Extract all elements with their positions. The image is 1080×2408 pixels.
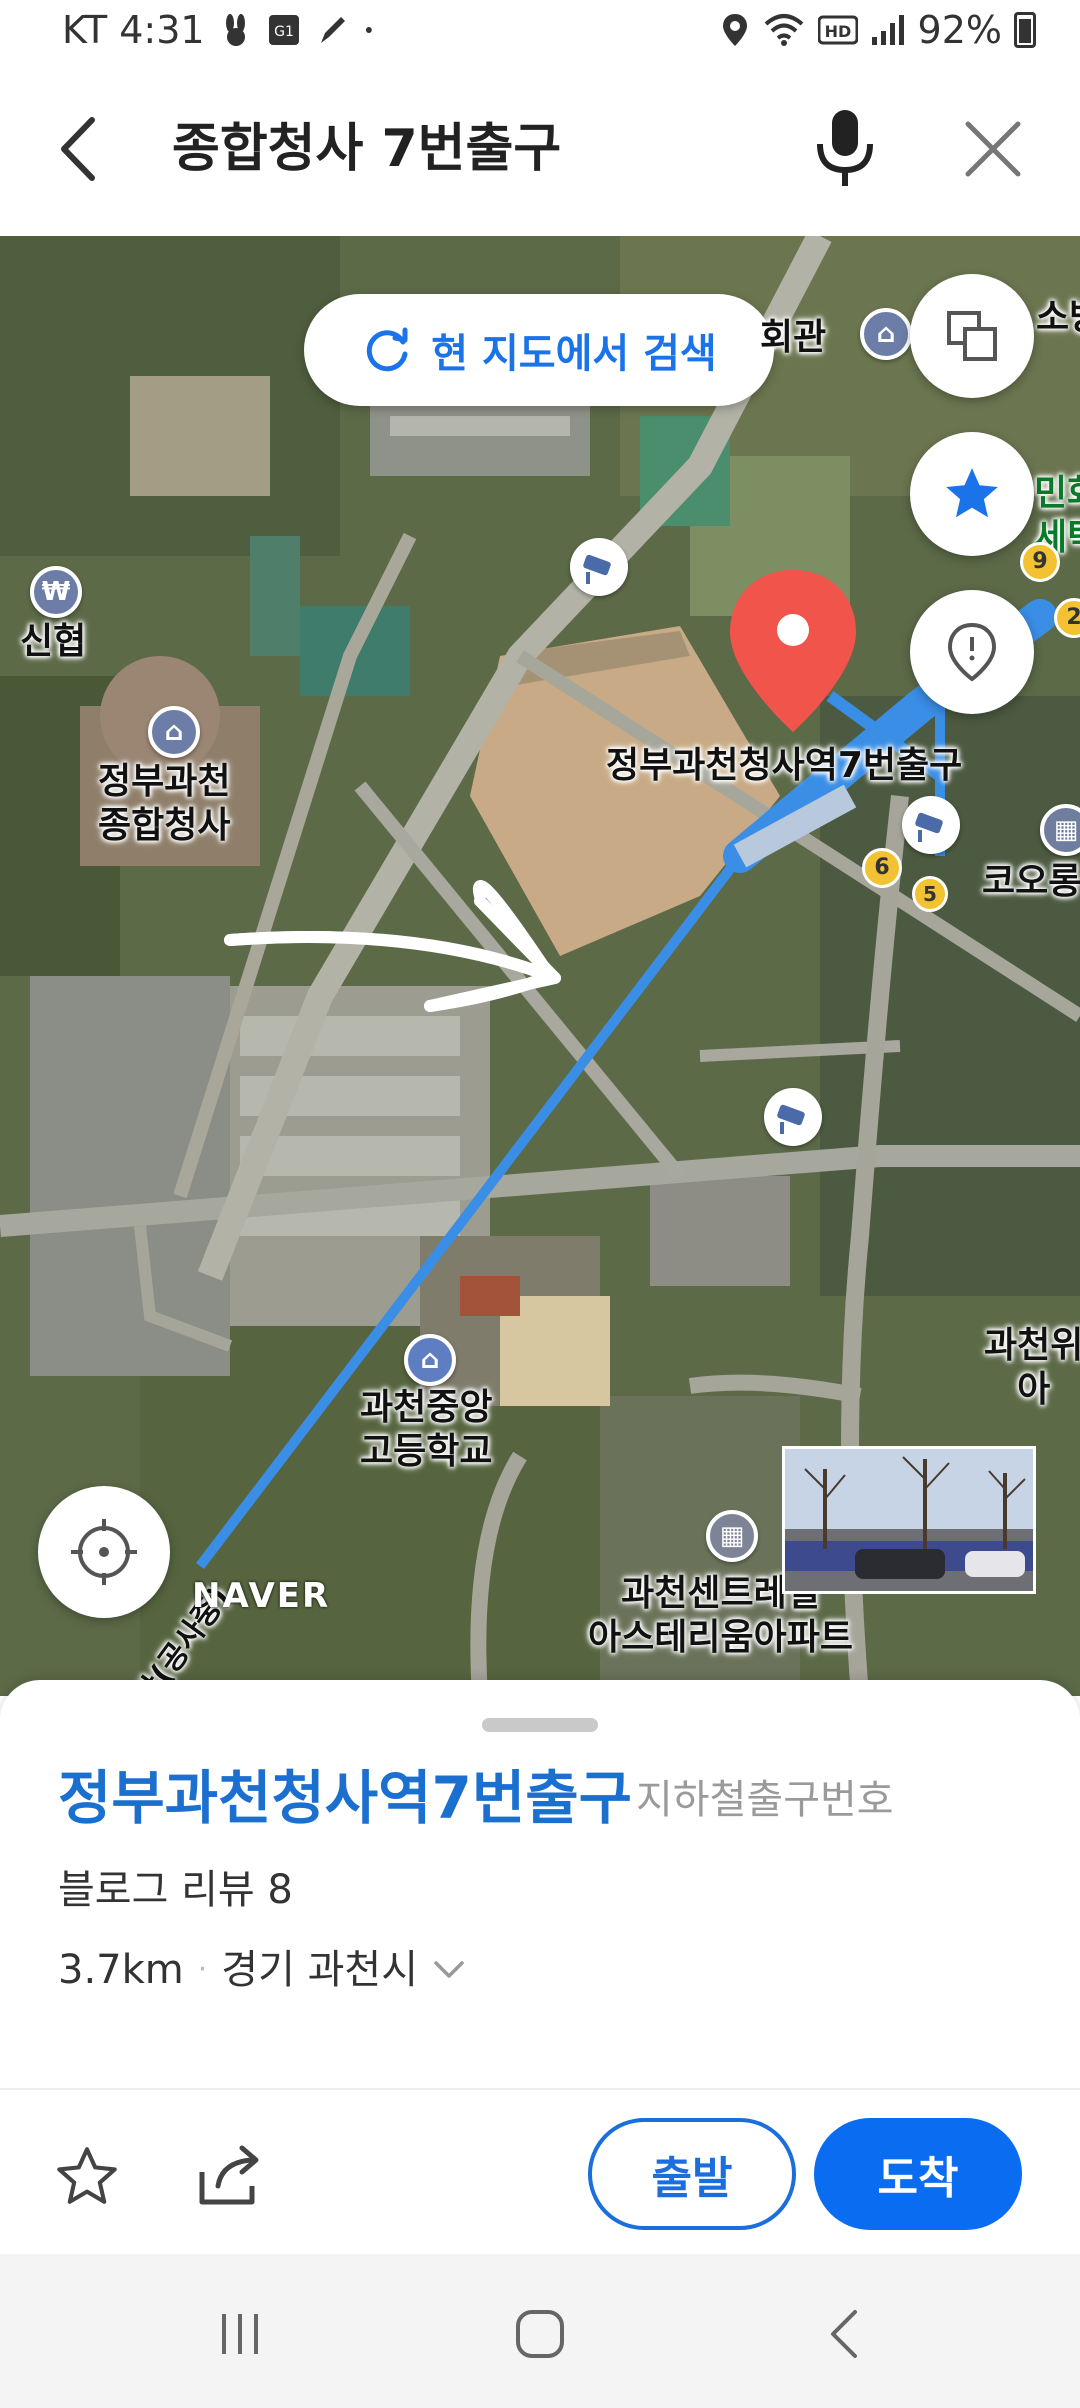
layers-button[interactable] bbox=[910, 274, 1034, 398]
current-location-button[interactable] bbox=[38, 1486, 170, 1618]
exit-badge[interactable]: 9 bbox=[1020, 542, 1060, 582]
map-label-exit7[interactable]: 정부과천청사역7번출구 bbox=[606, 744, 962, 788]
search-this-area-label: 현 지도에서 검색 bbox=[431, 331, 717, 377]
action-bar: 출발 도착 bbox=[0, 2088, 1080, 2254]
pen-icon bbox=[320, 17, 345, 43]
home-icon[interactable] bbox=[500, 2294, 580, 2374]
search-this-area-button[interactable]: 현 지도에서 검색 bbox=[304, 294, 774, 406]
place-marker-button[interactable] bbox=[910, 590, 1034, 714]
carrier-time: KT 4:31 bbox=[62, 8, 205, 52]
government-building-icon[interactable]: ⌂ bbox=[860, 308, 912, 360]
g1-icon: G1 bbox=[268, 15, 299, 45]
map-label-gov-complex[interactable]: 정부과천 종합청사 bbox=[98, 760, 230, 848]
battery-percent: 92% bbox=[917, 8, 1002, 52]
search-header: 종합청사 7번출구 bbox=[0, 64, 1080, 236]
cctv-icon[interactable] bbox=[764, 1088, 822, 1146]
star-icon bbox=[946, 468, 998, 518]
back-icon[interactable] bbox=[804, 2294, 884, 2374]
map-label-shinhyup[interactable]: 신협 bbox=[20, 620, 86, 664]
refresh-icon bbox=[367, 327, 408, 372]
back-arrow-icon[interactable] bbox=[50, 114, 110, 184]
favorites-button[interactable] bbox=[910, 432, 1034, 556]
bank-icon[interactable]: ₩ bbox=[30, 566, 82, 618]
close-icon[interactable] bbox=[960, 116, 1026, 182]
apartment-icon[interactable]: ▦ bbox=[706, 1510, 758, 1562]
recent-apps-icon[interactable] bbox=[200, 2294, 280, 2374]
map-label-right-top[interactable]: 소방 bbox=[1036, 296, 1080, 340]
svg-text:G1: G1 bbox=[274, 24, 294, 40]
status-left: KT 4:31 G1 bbox=[62, 8, 383, 52]
exit-badge[interactable]: 6 bbox=[862, 848, 902, 888]
share-icon[interactable] bbox=[196, 2142, 266, 2208]
search-query[interactable]: 종합청사 7번출구 bbox=[172, 114, 561, 184]
crosshair-icon bbox=[71, 1519, 137, 1585]
cctv-icon[interactable] bbox=[902, 796, 960, 854]
chevron-down-icon[interactable] bbox=[432, 1959, 466, 1981]
naver-logo: NAVER bbox=[192, 1576, 331, 1616]
school-icon[interactable]: ⌂ bbox=[404, 1334, 456, 1386]
map-label-kolon[interactable]: 코오롱 bbox=[982, 860, 1080, 904]
system-navigation-bar bbox=[0, 2254, 1080, 2408]
blog-review-count[interactable]: 블로그 리뷰 8 bbox=[58, 1862, 293, 1918]
status-right: HD 92% bbox=[720, 8, 1036, 52]
wifi-icon bbox=[764, 14, 803, 46]
save-star-icon[interactable] bbox=[52, 2142, 122, 2212]
cctv-icon[interactable] bbox=[570, 538, 628, 596]
street-view-thumbnail[interactable] bbox=[782, 1446, 1036, 1594]
layers-icon bbox=[947, 311, 997, 361]
map-label-gwacheon-right[interactable]: 과천위 아 bbox=[984, 1324, 1080, 1412]
map-label-gwacheon-high[interactable]: 과천중앙 고등학교 bbox=[360, 1386, 492, 1474]
battery-icon bbox=[1014, 12, 1036, 48]
place-region: 경기 과천시 bbox=[221, 1947, 419, 1993]
dot-icon bbox=[365, 27, 372, 33]
government-complex-icon[interactable]: ⌂ bbox=[148, 706, 200, 758]
microphone-icon[interactable] bbox=[810, 106, 880, 192]
place-info-sheet[interactable]: 정부과천청사역7번출구 지하철출구번호 블로그 리뷰 8 3.7km · 경기 … bbox=[0, 1680, 1080, 2092]
location-pin-icon[interactable] bbox=[724, 566, 862, 736]
separator-dot: · bbox=[197, 1952, 208, 1987]
map-label-council-hall[interactable]: 회관 bbox=[760, 316, 826, 360]
status-bar: KT 4:31 G1 HD 92% bbox=[0, 0, 1080, 64]
place-distance: 3.7km bbox=[58, 1947, 184, 1993]
place-name[interactable]: 정부과천청사역7번출구 bbox=[58, 1758, 632, 1838]
map-pin-outline-icon bbox=[947, 622, 997, 682]
address-row[interactable]: 3.7km · 경기 과천시 bbox=[58, 1942, 466, 1998]
place-category: 지하철출구번호 bbox=[636, 1777, 894, 1823]
map-view[interactable]: 현 지도에서 검색 회관 ⌂ 소방 민화 세탁 ₩ 신협 ⌂ 정부과천 종합청사… bbox=[0, 236, 1080, 1696]
hd-icon: HD bbox=[817, 15, 858, 45]
location-icon bbox=[722, 14, 747, 46]
sheet-handle[interactable] bbox=[482, 1718, 598, 1732]
exit-badge[interactable]: 5 bbox=[912, 876, 948, 912]
street-view-image bbox=[785, 1449, 1033, 1591]
arrive-button[interactable]: 도착 bbox=[814, 2118, 1022, 2230]
depart-button[interactable]: 출발 bbox=[588, 2118, 796, 2230]
signal-icon bbox=[871, 15, 904, 45]
rabbit-icon bbox=[225, 14, 245, 46]
svg-text:HD: HD bbox=[824, 22, 851, 41]
